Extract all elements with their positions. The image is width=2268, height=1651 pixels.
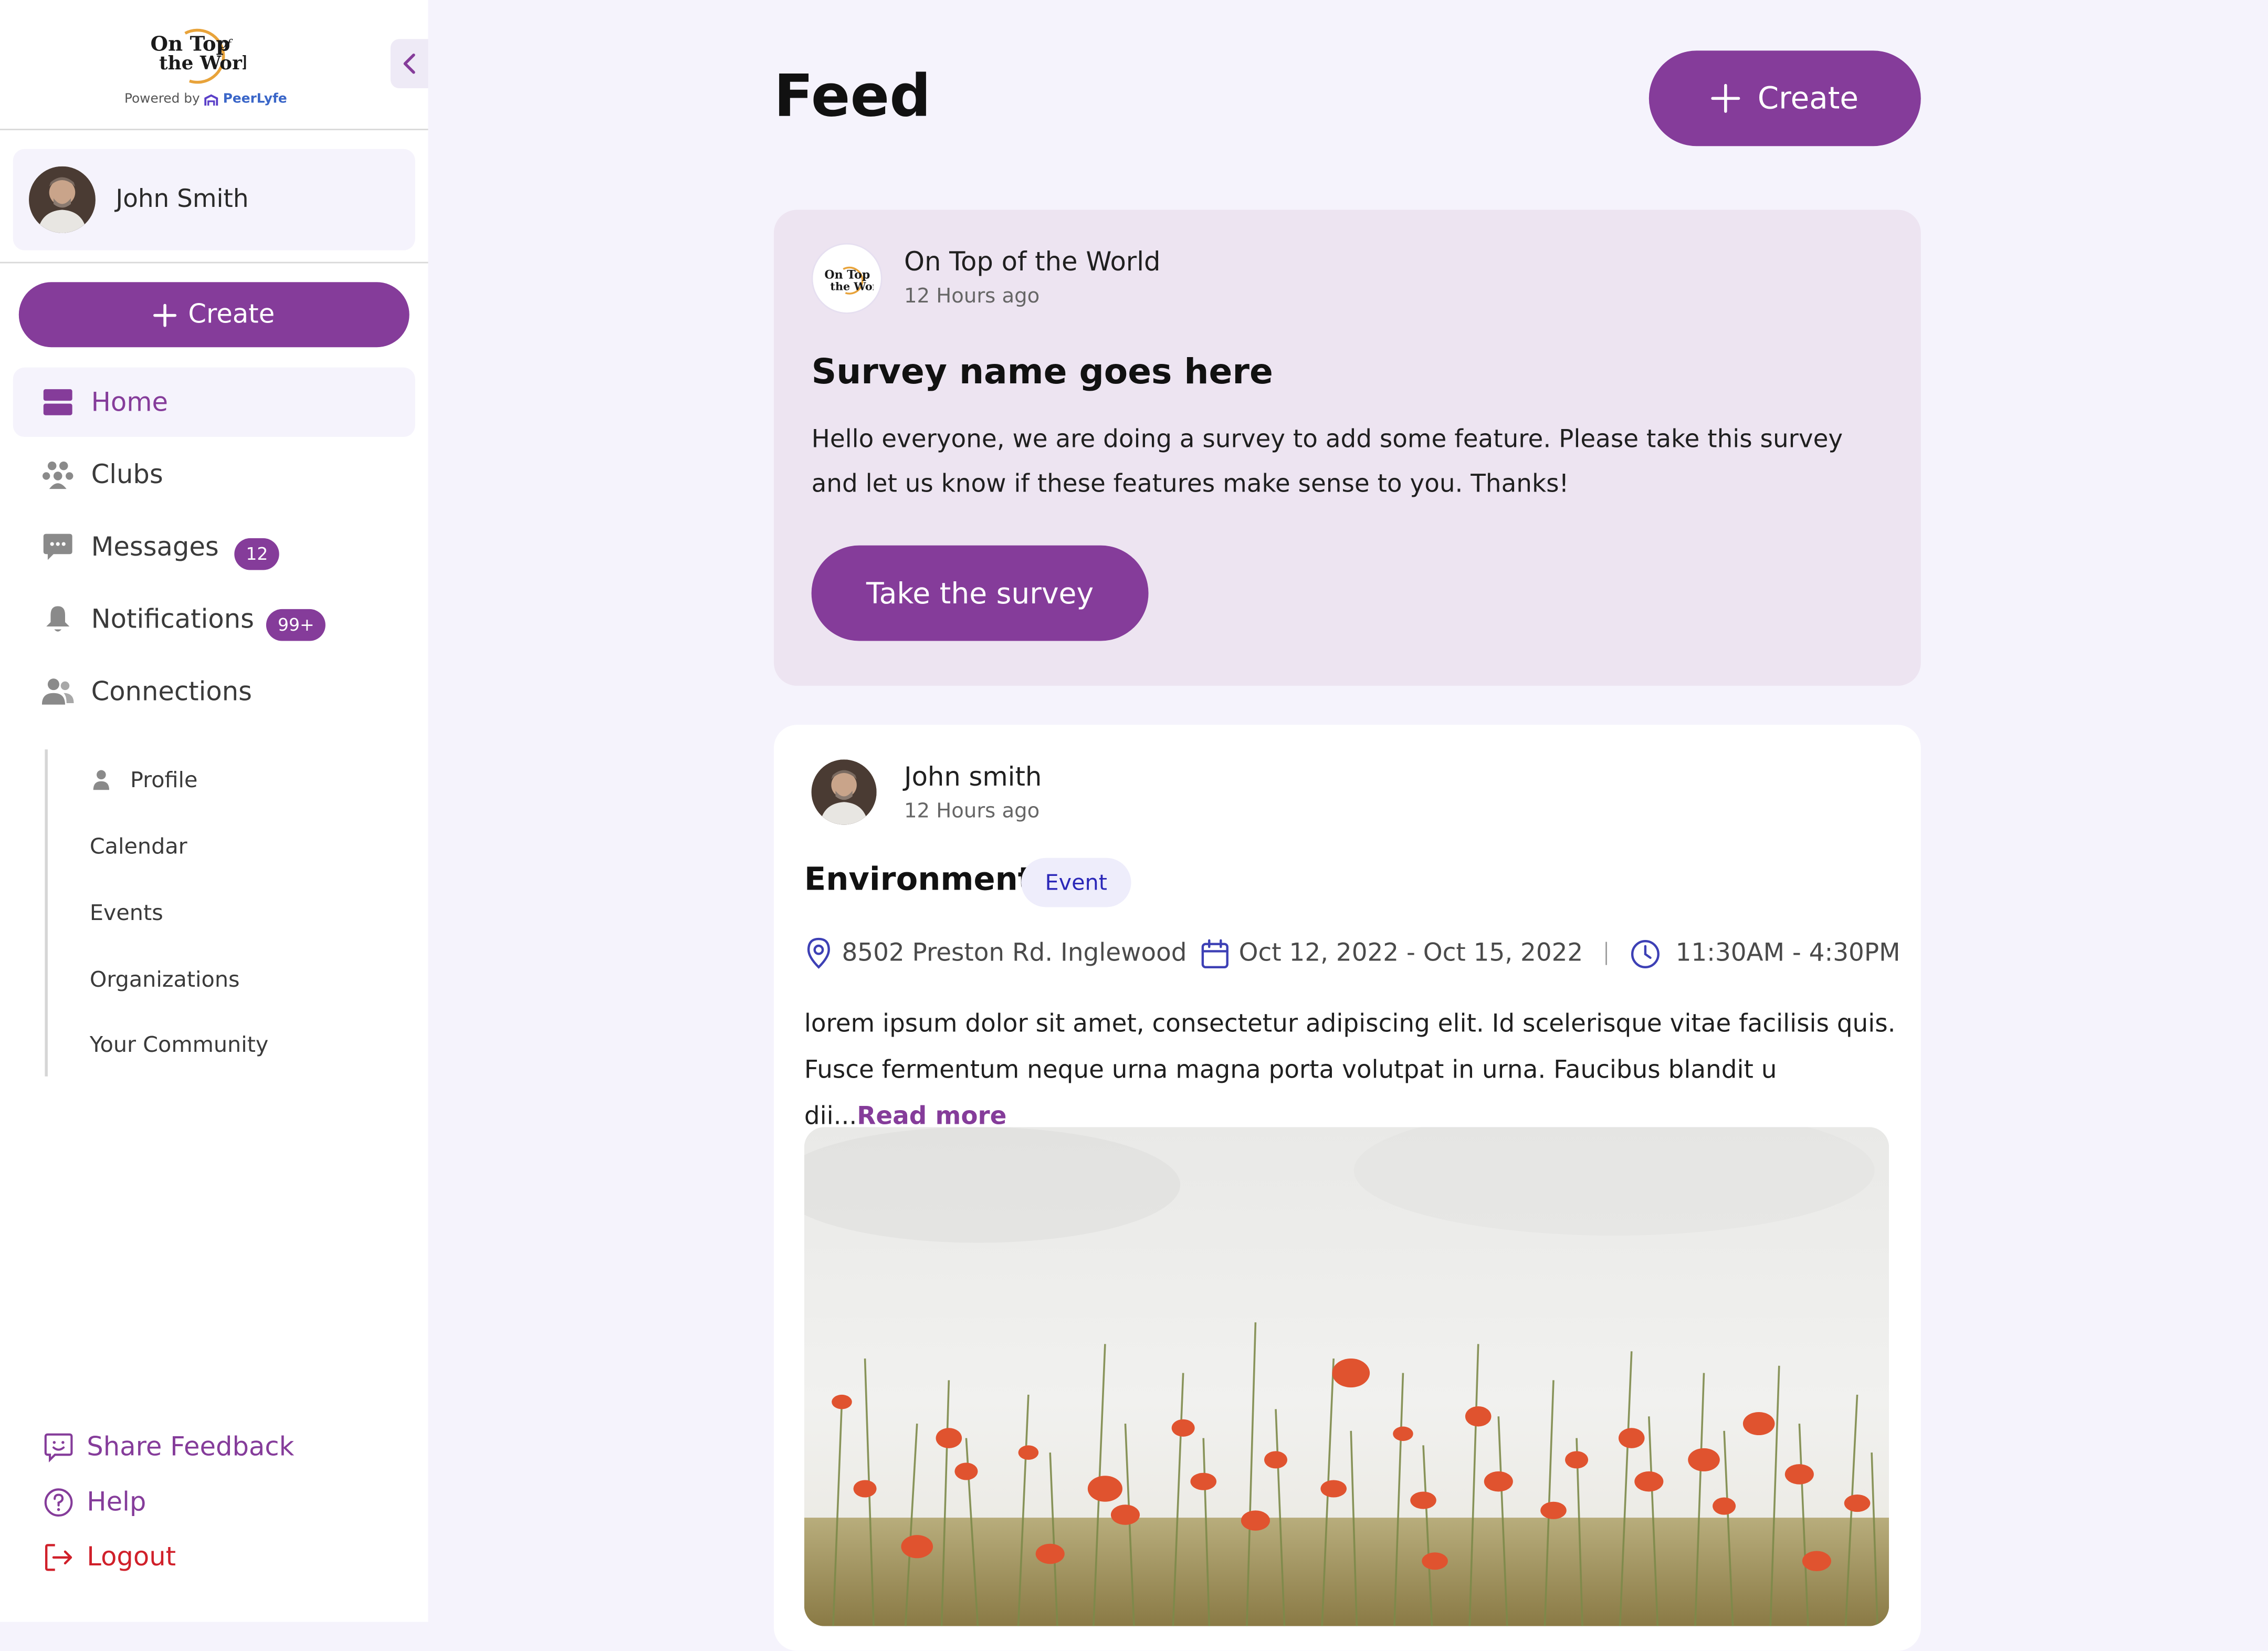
- event-tag: Event: [1021, 858, 1131, 907]
- sub-nav-calendar[interactable]: Calendar: [90, 833, 187, 860]
- sidebar-item-label: Clubs: [91, 459, 163, 490]
- post-author[interactable]: John smith: [904, 762, 1042, 793]
- take-survey-button[interactable]: Take the survey: [811, 545, 1149, 641]
- bell-icon: [42, 603, 74, 635]
- brand-header: On Top of the World Powered by PeerLyfe: [0, 0, 428, 130]
- event-time: 11:30AM - 4:30PM: [1631, 938, 1900, 969]
- sub-nav-profile[interactable]: Profile: [130, 767, 197, 793]
- brand-logo[interactable]: On Top of the World: [142, 20, 246, 87]
- survey-post-card: On Top the World On Top of the World 12 …: [773, 210, 1921, 686]
- clubs-icon: [42, 458, 74, 490]
- messages-icon: [42, 531, 74, 563]
- calendar-icon: [1202, 938, 1230, 968]
- event-dates: Oct 12, 2022 - Oct 15, 2022: [1201, 938, 1583, 969]
- event-dates-text: Oct 12, 2022 - Oct 15, 2022: [1238, 939, 1583, 968]
- sub-nav-rail: [45, 749, 48, 1077]
- sidebar-item-messages[interactable]: Messages 12: [13, 512, 415, 581]
- sidebar: On Top of the World Powered by PeerLyfe: [0, 0, 428, 1622]
- sidebar-item-connections[interactable]: Connections: [13, 657, 415, 726]
- plus-icon: [153, 303, 177, 327]
- avatar: [811, 759, 877, 825]
- sub-nav-organizations[interactable]: Organizations: [90, 966, 240, 992]
- post-time: 12 Hours ago: [904, 800, 1040, 823]
- post-author[interactable]: On Top of the World: [904, 247, 1161, 278]
- sidebar-item-label: Notifications: [91, 604, 254, 635]
- survey-description: Hello everyone, we are doing a survey to…: [811, 425, 1843, 499]
- clock-icon: [1632, 939, 1661, 968]
- powered-by-brand: PeerLyfe: [223, 92, 287, 107]
- logout-link[interactable]: Logout: [44, 1542, 176, 1573]
- org-logo-line2-text: the World: [830, 279, 873, 292]
- sub-nav-events[interactable]: Events: [90, 900, 163, 926]
- event-title: Environment: [804, 862, 1033, 898]
- logo-of-text: of: [220, 38, 233, 51]
- post-time: 12 Hours ago: [904, 285, 1040, 308]
- divider: [0, 262, 428, 264]
- sidebar-item-notifications[interactable]: Notifications 99+: [13, 584, 415, 654]
- sidebar-item-label: Home: [91, 386, 169, 417]
- share-feedback-label: Share Feedback: [87, 1432, 295, 1463]
- event-meta: 8502 Preston Rd. Inglewood Oct 12, 2022 …: [804, 935, 1900, 973]
- logout-label: Logout: [87, 1542, 176, 1573]
- create-post-button[interactable]: Create: [1648, 50, 1921, 147]
- event-description: lorem ipsum dolor sit amet, consectetur …: [804, 1001, 1904, 1140]
- avatar: [29, 166, 96, 233]
- share-feedback-link[interactable]: Share Feedback: [44, 1432, 295, 1463]
- feedback-icon: [44, 1433, 73, 1462]
- org-logo: On Top the World: [811, 243, 883, 314]
- logout-icon: [45, 1544, 72, 1571]
- plus-icon: [1711, 83, 1740, 113]
- messages-badge: 12: [234, 538, 280, 570]
- profile-icon: [93, 770, 110, 790]
- notifications-badge: 99+: [266, 609, 326, 641]
- event-image[interactable]: [804, 1127, 1889, 1626]
- sub-nav-your-community[interactable]: Your Community: [90, 1031, 269, 1058]
- chevron-left-icon: [403, 53, 415, 74]
- create-post-label: Create: [1757, 81, 1859, 116]
- event-time-text: 11:30AM - 4:30PM: [1675, 939, 1900, 968]
- sidebar-create-label: Create: [188, 299, 275, 330]
- powered-by: Powered by PeerLyfe: [124, 92, 287, 107]
- user-name: John Smith: [116, 185, 249, 214]
- sidebar-item-label: Connections: [91, 676, 253, 707]
- event-location: 8502 Preston Rd. Inglewood: [804, 937, 1187, 969]
- sidebar-item-home[interactable]: Home: [13, 367, 415, 437]
- event-location-text: 8502 Preston Rd. Inglewood: [842, 939, 1187, 968]
- user-profile-card[interactable]: John Smith: [13, 149, 415, 250]
- help-label: Help: [87, 1487, 146, 1518]
- event-post-card: John smith 12 Hours ago Environment Even…: [773, 725, 1921, 1651]
- powered-by-label: Powered by: [124, 92, 200, 107]
- survey-title: Survey name goes here: [811, 351, 1273, 392]
- home-icon: [42, 386, 74, 419]
- connections-icon: [41, 676, 74, 708]
- collapse-sidebar-button[interactable]: [390, 39, 428, 89]
- meta-divider: [1606, 942, 1608, 965]
- help-link[interactable]: Help: [44, 1487, 146, 1518]
- sidebar-item-label: Messages: [91, 531, 219, 562]
- page-title: Feed: [773, 64, 931, 130]
- help-icon: [44, 1488, 73, 1517]
- location-pin-icon: [807, 937, 830, 969]
- sidebar-item-clubs[interactable]: Clubs: [13, 440, 415, 509]
- logo-line2-text: the World: [159, 52, 246, 74]
- peerlyfe-icon: [204, 93, 218, 105]
- sidebar-create-button[interactable]: Create: [18, 282, 410, 348]
